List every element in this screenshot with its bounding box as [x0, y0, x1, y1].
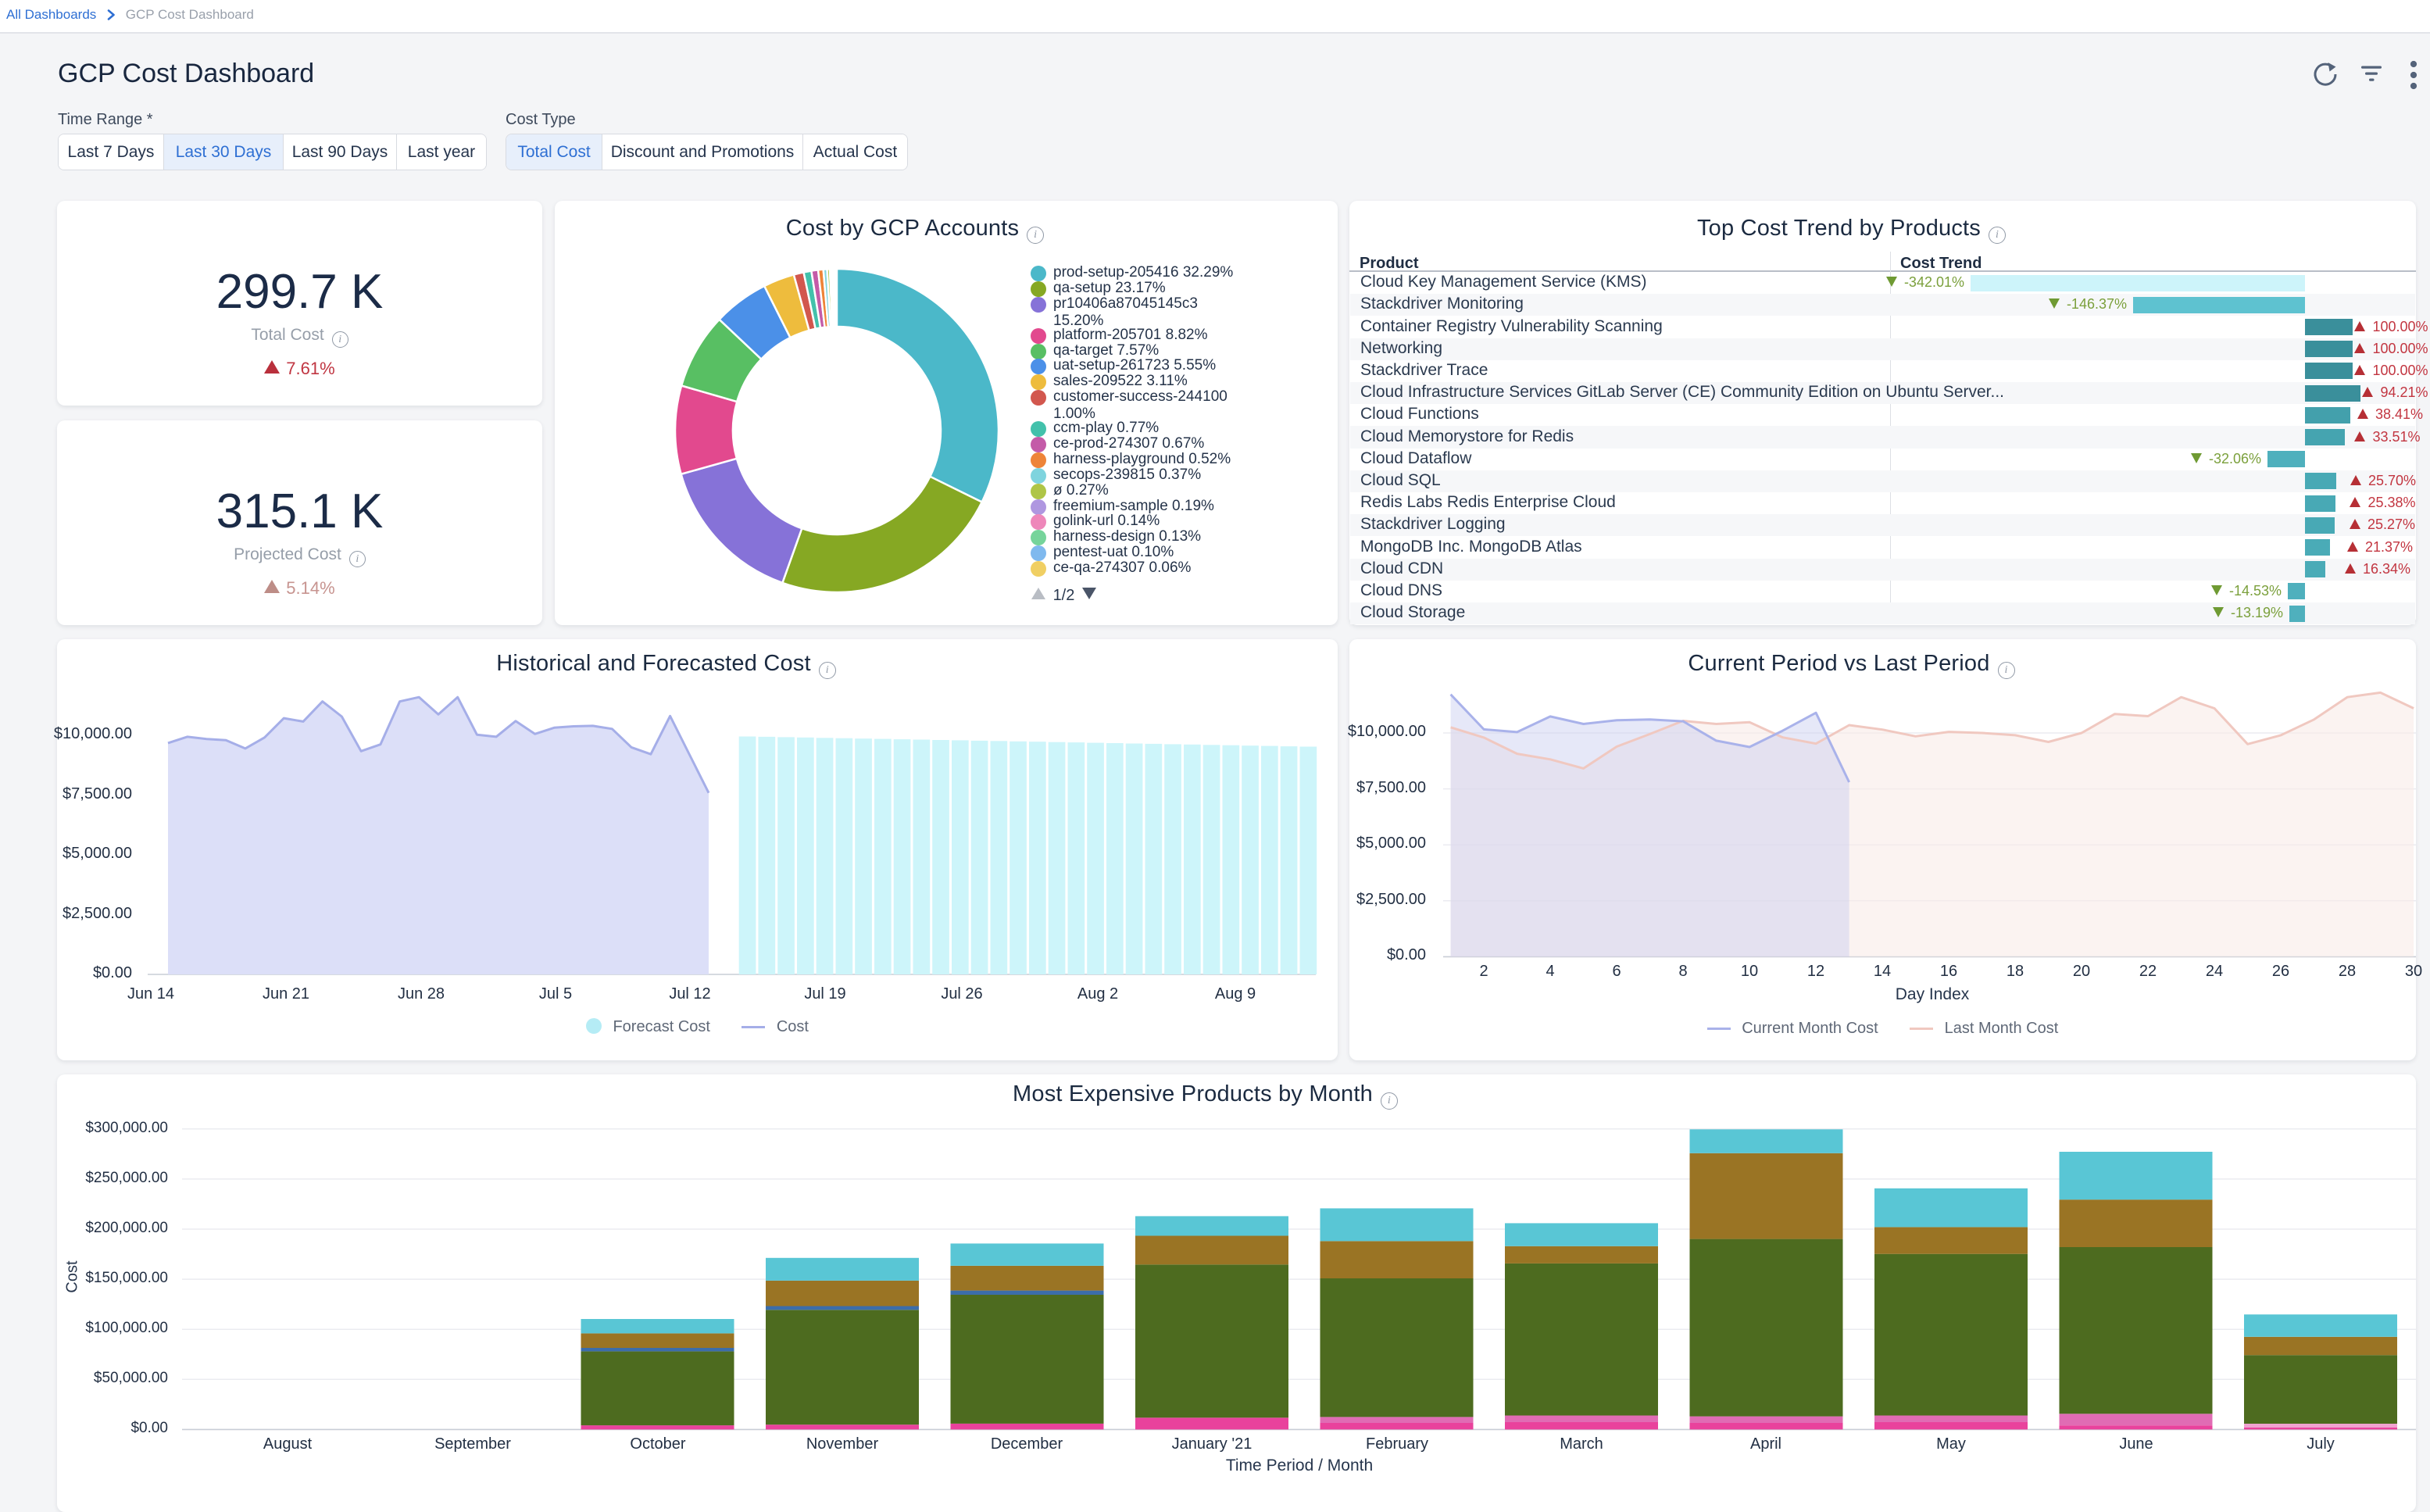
svg-text:Cost: Cost	[63, 1260, 80, 1293]
